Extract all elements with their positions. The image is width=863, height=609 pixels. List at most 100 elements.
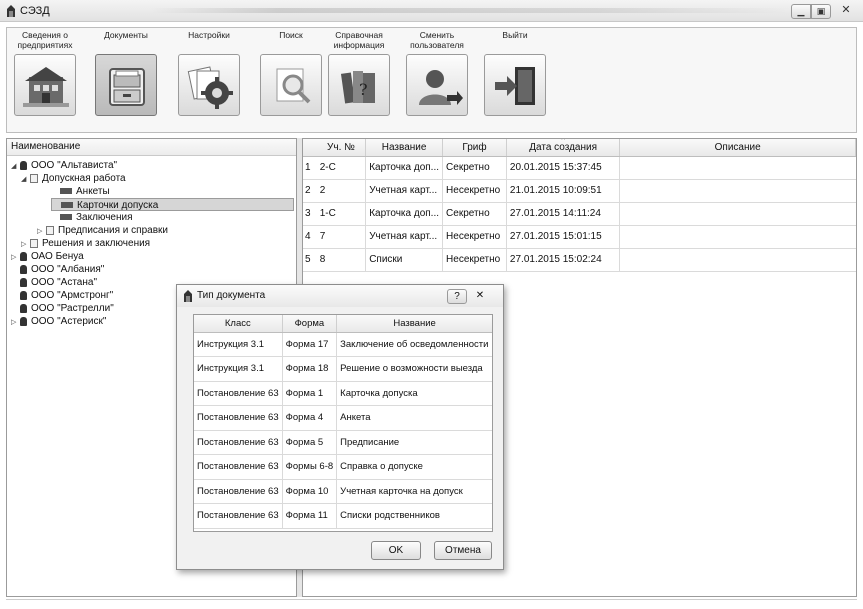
cell-class: Инструкция 3.1 bbox=[194, 356, 283, 382]
toolbar-settings[interactable]: Настройки bbox=[175, 30, 243, 116]
expand-toggle-icon[interactable]: ◢ bbox=[11, 160, 20, 173]
table-row[interactable]: Постановление 63 Формы 6-8 Справка о допус… bbox=[194, 454, 492, 480]
tree-node-label: Допускная работа bbox=[42, 173, 126, 184]
switch-user-icon[interactable] bbox=[406, 54, 468, 116]
main-toolbar: Сведения о предприятиях Документы Настро… bbox=[6, 27, 857, 133]
exit-door-icon[interactable] bbox=[484, 54, 546, 116]
cell-number: 2 bbox=[316, 179, 367, 203]
help-button[interactable]: ? bbox=[447, 289, 467, 304]
toolbar-search-label: Поиск bbox=[279, 30, 303, 40]
minimize-button[interactable]: ▁ bbox=[791, 4, 811, 19]
tree-node-label: ООО "Астана" bbox=[31, 277, 97, 288]
tree-node-label: Карточки допуска bbox=[77, 200, 159, 211]
column-header-grif[interactable]: Гриф bbox=[442, 139, 507, 157]
table-row[interactable]: 3 1-С Карточка доп... Секретно 27.01.2015 14… bbox=[303, 202, 856, 226]
documents-table: Уч. № Название Гриф ^ Дата создания Описа… bbox=[303, 139, 856, 272]
expand-toggle-icon[interactable]: ◢ bbox=[21, 173, 30, 186]
cell-title: Анкета bbox=[336, 405, 492, 431]
tree-node[interactable]: ▷ Решения и заключения bbox=[21, 237, 150, 250]
expand-toggle-icon[interactable]: ▷ bbox=[11, 316, 20, 329]
cell-date: 27.01.2015 15:02:24 bbox=[506, 248, 621, 272]
tree-node[interactable]: ООО "Армстронг" bbox=[11, 289, 113, 302]
cell-grif: Секретно bbox=[442, 156, 507, 180]
search-magnifier-icon[interactable] bbox=[260, 54, 322, 116]
settings-gear-icon[interactable] bbox=[178, 54, 240, 116]
tree-node[interactable]: ООО "Астана" bbox=[11, 276, 97, 289]
table-row[interactable]: Инструкция 3.1 Форма 17 Заключение об осве… bbox=[194, 332, 492, 357]
toolbar-exit[interactable]: Выйти bbox=[481, 30, 549, 116]
cell-title: Справка о допуске bbox=[336, 454, 492, 480]
table-row[interactable]: Постановление 63 Форма 4 Анкета bbox=[194, 405, 492, 431]
document-type-dialog: Тип документа ? ✕ Класс Форма Название И… bbox=[176, 284, 504, 570]
cell-grif: Несекретно bbox=[442, 225, 507, 249]
organization-icon bbox=[20, 264, 27, 274]
tree-node[interactable]: ◢ Допускная работа bbox=[21, 172, 126, 185]
organization-icon bbox=[20, 160, 27, 170]
column-header-form[interactable]: Форма bbox=[282, 315, 338, 333]
tree-node[interactable]: ▷ ОАО Бенуа bbox=[11, 250, 84, 263]
table-row[interactable]: Постановление 63 Форма 11 Списки родственн… bbox=[194, 503, 492, 529]
leaf-icon bbox=[60, 188, 72, 195]
table-row[interactable]: Постановление 63 Форма 1 Карточка допуска bbox=[194, 381, 492, 406]
organization-icon bbox=[20, 251, 27, 261]
tree-node[interactable]: ООО "Албания" bbox=[11, 263, 104, 276]
company-building-icon[interactable] bbox=[14, 54, 76, 116]
toolbar-switch-user-label: Сменить пользователя bbox=[410, 30, 464, 50]
toolbar-documents-label: Документы bbox=[104, 30, 148, 40]
cell-class: Постановление 63 bbox=[194, 405, 283, 431]
document-type-table-wrap: Класс Форма Название Инструкция 3.1 Форма… bbox=[193, 314, 493, 532]
tree-node[interactable]: Анкеты bbox=[51, 185, 110, 198]
dialog-close-button[interactable]: ✕ bbox=[470, 289, 490, 304]
tree-node[interactable]: ▷ Предписания и справки bbox=[37, 224, 168, 237]
toolbar-search[interactable]: Поиск bbox=[257, 30, 325, 116]
table-row[interactable]: 2 2 Учетная карт... Несекретно 21.01.2015 10… bbox=[303, 179, 856, 203]
cell-class: Постановление 63 bbox=[194, 381, 283, 406]
app-icon bbox=[184, 290, 192, 302]
window-titlebar: СЭЗД ▁ ▣ ✕ bbox=[0, 0, 863, 22]
table-row[interactable]: 4 7 Учетная карт... Несекретно 27.01.2015 15… bbox=[303, 225, 856, 249]
column-header-name[interactable]: Название bbox=[365, 139, 444, 157]
cell-name: Учетная карт... bbox=[365, 225, 444, 249]
column-header-date[interactable]: ^ Дата создания bbox=[506, 138, 621, 157]
cell-name: Карточка доп... bbox=[365, 156, 444, 180]
column-header-title[interactable]: Название bbox=[336, 315, 492, 333]
toolbar-companies[interactable]: Сведения о предприятиях bbox=[11, 30, 79, 116]
tree-node[interactable]: ООО "Растрелли" bbox=[11, 302, 114, 315]
cell-number: 7 bbox=[316, 225, 367, 249]
table-row[interactable]: Постановление 63 Форма 5 Предписание bbox=[194, 430, 492, 455]
tree-node[interactable]: ◢ ООО "Альтависта" bbox=[11, 159, 117, 172]
column-header-description[interactable]: Описание bbox=[619, 139, 856, 157]
document-drawer-icon[interactable] bbox=[95, 54, 157, 116]
toolbar-reference-label: Справочная информация bbox=[333, 30, 385, 50]
column-header-class[interactable]: Класс bbox=[194, 315, 283, 333]
close-button[interactable]: ✕ bbox=[835, 4, 857, 19]
toolbar-settings-label: Настройки bbox=[188, 30, 230, 40]
row-number: 3 bbox=[303, 202, 317, 226]
table-row[interactable]: Инструкция 3.1 Форма 18 Решение о возможно… bbox=[194, 356, 492, 382]
table-row[interactable]: 1 2-С Карточка доп... Секретно 20.01.2015 15… bbox=[303, 156, 856, 180]
tree-node-label: ООО "Армстронг" bbox=[31, 290, 114, 301]
tree-node[interactable]: Карточки допуска bbox=[51, 198, 294, 211]
row-number: 5 bbox=[303, 248, 317, 272]
tree-node-label: ООО "Астериск" bbox=[31, 316, 107, 327]
sort-ascending-icon: ^ bbox=[561, 138, 565, 144]
table-row[interactable]: 5 8 Списки Несекретно 27.01.2015 15:02:24 bbox=[303, 248, 856, 272]
toolbar-documents[interactable]: Документы bbox=[92, 30, 160, 116]
toolbar-switch-user[interactable]: Сменить пользователя bbox=[403, 30, 471, 116]
cell-name: Списки bbox=[365, 248, 444, 272]
table-row[interactable]: Постановление 63 Форма 10 Учетная карточка… bbox=[194, 479, 492, 504]
toolbar-reference[interactable]: Справочная информация ? bbox=[325, 30, 393, 116]
tree-node-label: ООО "Растрелли" bbox=[31, 303, 114, 314]
column-header-number[interactable]: Уч. № bbox=[316, 139, 367, 157]
cell-form: Формы 6-8 bbox=[282, 454, 338, 480]
organization-icon bbox=[20, 277, 27, 287]
ok-button[interactable]: OK bbox=[371, 541, 421, 560]
cancel-button[interactable]: Отмена bbox=[434, 541, 492, 560]
cell-class: Постановление 63 bbox=[194, 503, 283, 529]
maximize-button[interactable]: ▣ bbox=[811, 4, 831, 19]
cell-description bbox=[619, 248, 856, 272]
tree-node[interactable]: ▷ ООО "Астериск" bbox=[11, 315, 106, 328]
tree-node[interactable]: Заключения bbox=[51, 211, 133, 224]
cell-grif: Секретно bbox=[442, 202, 507, 226]
reference-books-icon[interactable]: ? bbox=[328, 54, 390, 116]
